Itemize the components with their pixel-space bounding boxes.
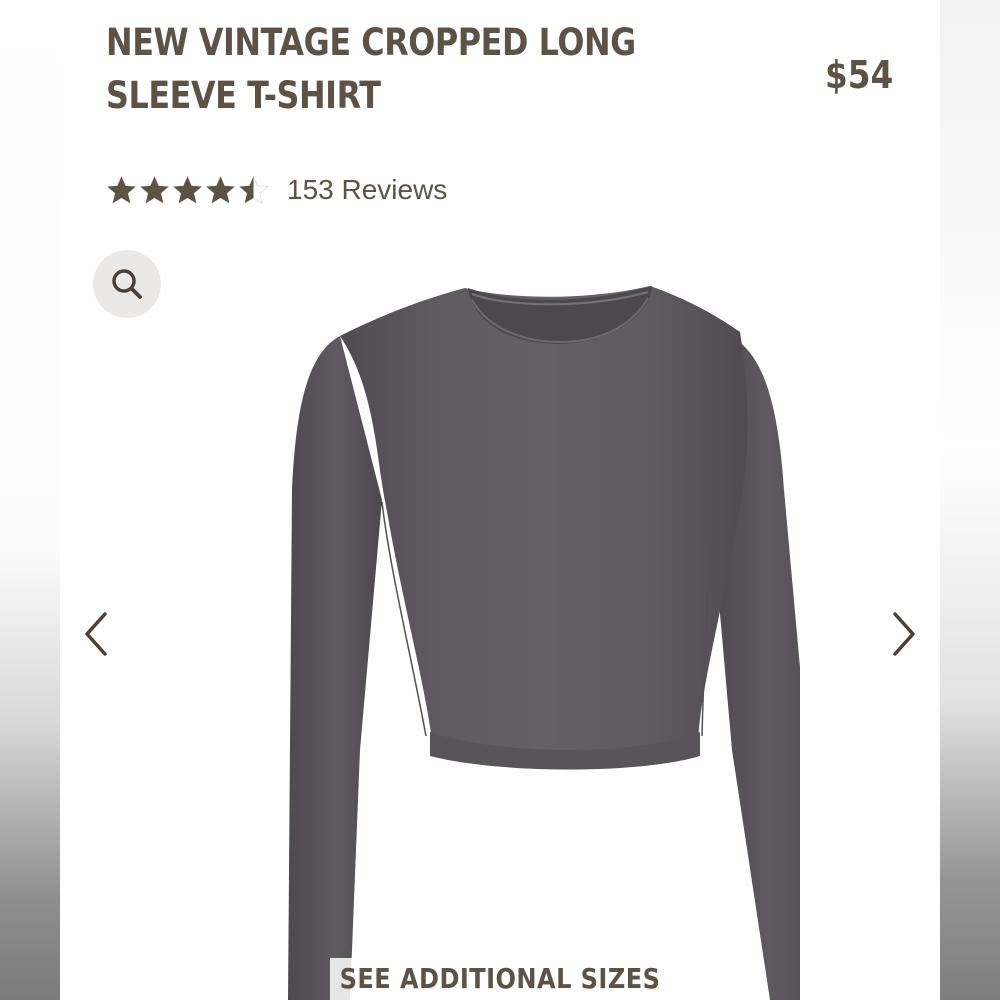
star-rating bbox=[106, 174, 269, 206]
previous-image-button[interactable] bbox=[74, 608, 118, 660]
shirt-body bbox=[340, 286, 748, 762]
star-icon bbox=[106, 174, 137, 204]
chevron-left-icon bbox=[85, 612, 107, 656]
left-sleeve bbox=[288, 336, 382, 1000]
product-image bbox=[288, 286, 800, 1000]
rating-row[interactable]: 153 Reviews bbox=[106, 170, 447, 210]
product-title: NEW VINTAGE CROPPED LONG SLEEVE T-SHIRT bbox=[106, 21, 636, 117]
product-price: $54 bbox=[825, 53, 894, 97]
product-panel: NEW VINTAGE CROPPED LONG SLEEVE T-SHIRT … bbox=[60, 0, 940, 1000]
next-image-button[interactable] bbox=[882, 608, 926, 660]
star-icon bbox=[172, 174, 203, 204]
star-icon bbox=[139, 174, 170, 204]
see-additional-sizes-link[interactable]: SEE ADDITIONAL SIZES bbox=[122, 962, 879, 995]
star-icon bbox=[205, 174, 236, 204]
star-icon bbox=[238, 174, 269, 204]
chevron-right-icon bbox=[893, 612, 915, 656]
search-icon bbox=[112, 269, 142, 299]
reviews-link[interactable]: 153 Reviews bbox=[287, 174, 447, 206]
left-backdrop bbox=[0, 0, 60, 1000]
right-backdrop bbox=[940, 0, 1000, 1000]
zoom-button[interactable] bbox=[93, 250, 161, 318]
